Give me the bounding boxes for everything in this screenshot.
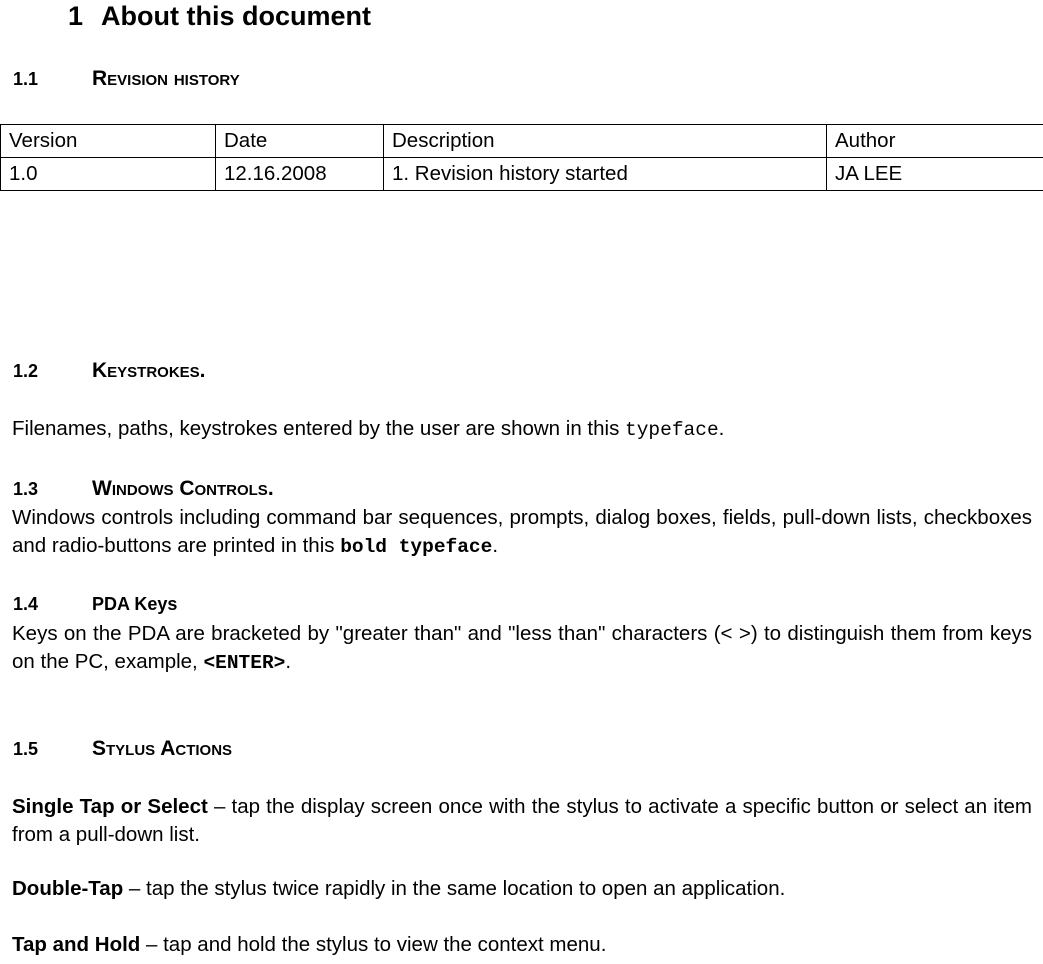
keystrokes-mono-sample: typeface	[625, 419, 719, 441]
section-label-1-5: Stylus Actions	[92, 737, 233, 760]
section-heading-1-5: 1.5 Stylus Actions	[13, 738, 232, 760]
table-header-row: Version Date Description Author	[0, 124, 1043, 158]
section-number-1-4: 1.4	[13, 594, 39, 614]
paragraph-single-tap: Single Tap or Select – tap the display s…	[12, 793, 1032, 849]
section-label-1-4: PDA Keys	[92, 594, 178, 614]
cell-date: 12.16.2008	[215, 157, 384, 191]
section-number-1-5: 1.5	[13, 739, 39, 759]
keystrokes-lead-text: Filenames, paths, keystrokes entered by …	[12, 417, 626, 440]
term-single-tap: Single Tap or Select	[12, 795, 208, 818]
cell-version: 1.0	[0, 157, 216, 191]
chapter-title-text: About this document	[101, 1, 371, 31]
cell-author: JA LEE	[826, 157, 1043, 191]
table-row: 1.0 12.16.2008 1. Revision history start…	[0, 157, 1043, 191]
page-title: 1 About this document	[68, 0, 371, 32]
pda-keys-tail-text: .	[285, 650, 292, 673]
column-header-author: Author	[826, 124, 1043, 158]
paragraph-keystrokes: Filenames, paths, keystrokes entered by …	[12, 415, 1032, 444]
chapter-number: 1	[68, 1, 84, 31]
section-label-1-3: Windows Controls.	[92, 477, 274, 500]
section-label-1-1: Revision history	[92, 67, 240, 90]
section-number-1-2: 1.2	[13, 361, 39, 381]
revision-history-table: Version Date Description Author 1.0 12.1…	[0, 124, 1043, 191]
keystrokes-tail-text: .	[718, 417, 725, 440]
column-header-version: Version	[0, 124, 216, 158]
section-number-1-1: 1.1	[13, 69, 39, 89]
windows-controls-mono-sample: bold typeface	[340, 536, 493, 558]
section-label-1-2: Keystrokes.	[92, 359, 206, 382]
section-heading-1-3: 1.3 Windows Controls.	[13, 478, 274, 500]
pda-keys-lead-text: Keys on the PDA are bracketed by "greate…	[12, 622, 1032, 673]
section-number-1-3: 1.3	[13, 479, 39, 499]
document-page: 1 About this document 1.1 Revision history…	[0, 0, 1043, 964]
paragraph-windows-controls: Windows controls including command bar s…	[12, 504, 1032, 561]
windows-controls-lead-text: Windows controls including command bar s…	[12, 506, 1032, 557]
section-heading-1-4: 1.4 PDA Keys	[13, 593, 177, 615]
column-header-date: Date	[215, 124, 384, 158]
pda-keys-enter-sample: <ENTER>	[203, 652, 286, 674]
column-header-description: Description	[383, 124, 827, 158]
paragraph-pda-keys: Keys on the PDA are bracketed by "greate…	[12, 620, 1032, 677]
paragraph-tap-and-hold: Tap and Hold – tap and hold the stylus t…	[12, 931, 1032, 959]
description-tap-and-hold: – tap and hold the stylus to view the co…	[140, 933, 607, 956]
cell-description: 1. Revision history started	[383, 157, 827, 191]
paragraph-double-tap: Double-Tap – tap the stylus twice rapidl…	[12, 875, 1032, 903]
section-heading-1-2: 1.2 Keystrokes.	[13, 360, 206, 382]
windows-controls-tail-text: .	[492, 534, 499, 557]
section-heading-1-1: 1.1 Revision history	[13, 68, 240, 90]
description-double-tap: – tap the stylus twice rapidly in the sa…	[123, 877, 786, 900]
term-double-tap: Double-Tap	[12, 877, 124, 900]
term-tap-and-hold: Tap and Hold	[12, 933, 141, 956]
